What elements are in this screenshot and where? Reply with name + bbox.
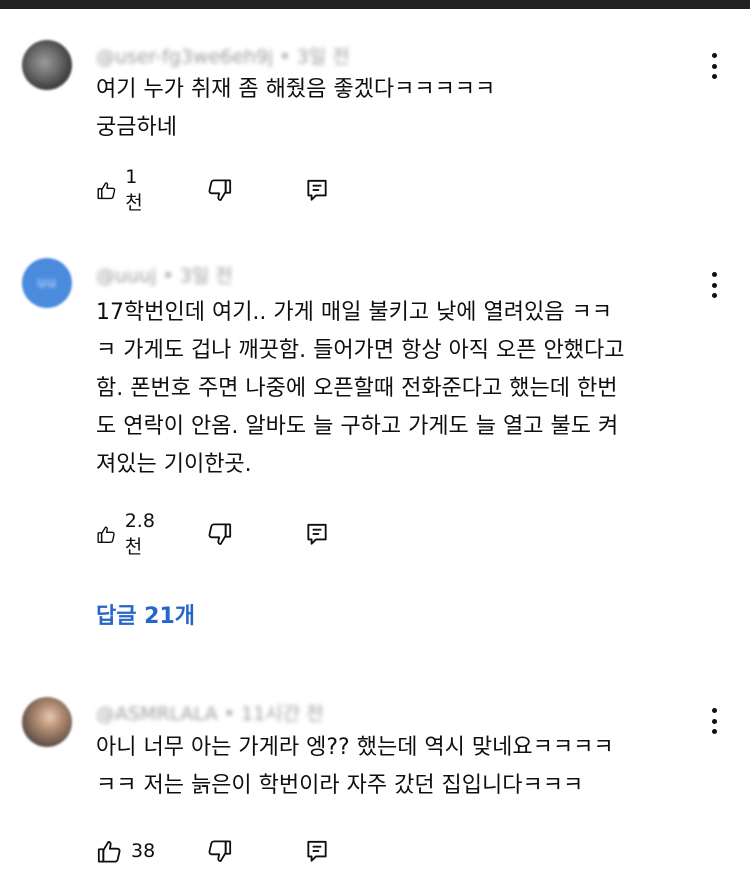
thumbs-up-icon (97, 840, 121, 863)
comment-author-meta[interactable]: @user-fg3we6eh9j • 3일 전 (96, 42, 350, 69)
reply-icon (307, 840, 327, 862)
comment-line: 도 연락이 안옴. 알바도 늘 구하고 가게도 늘 열고 불도 켜 (96, 414, 619, 439)
comment-line: 져있는 기이한곳. (96, 452, 252, 477)
comment-line: 함. 폰번호 주면 나중에 오픈할때 전화준다고 했는데 한번 (96, 376, 618, 401)
comment-line: 궁금하네 (96, 115, 177, 140)
thumbs-down-icon (208, 178, 232, 201)
avatar[interactable] (22, 697, 72, 747)
thumbs-up-icon (97, 525, 115, 543)
comment-author-meta[interactable]: @uuuj • 3일 전 (96, 261, 233, 288)
like-count: 38 (131, 840, 156, 862)
top-status-bar (0, 0, 750, 9)
like-count: 1천 (125, 165, 143, 214)
dislike-button[interactable] (206, 519, 233, 549)
reply-icon (307, 523, 327, 545)
thumbs-down-icon (208, 522, 232, 545)
view-replies-link[interactable]: 답글 21개 (96, 598, 195, 630)
comment-line: ㅋㅋ 저는 늙은이 학번이라 자주 갔던 집입니다ㅋㅋㅋ (96, 773, 584, 798)
thumbs-up-icon (97, 181, 116, 199)
comment-line: 아니 너무 아는 가게라 엥?? 했는데 역시 맞네요ㅋㅋㅋㅋ (96, 735, 614, 760)
dislike-button[interactable] (206, 836, 233, 866)
avatar[interactable] (22, 40, 72, 90)
comment-text: 아니 너무 아는 가게라 엥?? 했는데 역시 맞네요ㅋㅋㅋㅋ ㅋㅋ 저는 늙은… (96, 729, 716, 805)
like-count: 2.8천 (124, 509, 155, 558)
comment-text: 17학번인데 여기.. 가게 매일 불키고 낮에 열려있음 ㅋㅋ ㅋ 가게도 겁… (96, 294, 716, 484)
reply-button[interactable] (304, 836, 330, 866)
comment-line: 여기 누가 취재 좀 해줬음 좋겠다ㅋㅋㅋㅋㅋ (96, 77, 496, 102)
comment-line: 17학번인데 여기.. 가게 매일 불키고 낮에 열려있음 ㅋㅋ (96, 300, 612, 325)
dislike-button[interactable] (206, 175, 233, 205)
reply-icon (307, 179, 327, 201)
avatar-initials: uu (37, 275, 57, 291)
like-button[interactable]: 2.8천 (96, 510, 161, 558)
comment-text: 여기 누가 취재 좀 해줬음 좋겠다ㅋㅋㅋㅋㅋ 궁금하네 (96, 71, 716, 147)
comment-author-meta[interactable]: @ASMRLALA • 11시간 전 (96, 699, 324, 726)
like-button[interactable]: 38 (96, 836, 155, 866)
avatar[interactable]: uu (22, 258, 72, 308)
reply-button[interactable] (304, 519, 330, 549)
like-button[interactable]: 1천 (96, 166, 148, 214)
comment-line: ㅋ 가게도 겁나 깨끗함. 들어가면 항상 아직 오픈 안했다고 (96, 338, 625, 363)
reply-button[interactable] (304, 175, 330, 205)
thumbs-down-icon (208, 839, 232, 862)
